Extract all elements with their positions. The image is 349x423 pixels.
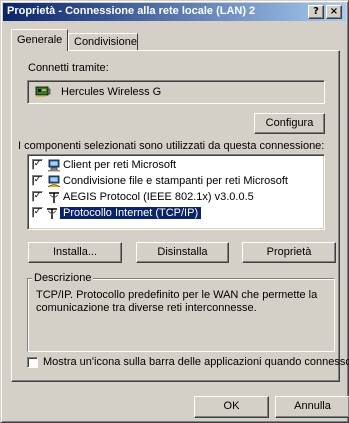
protocol-icon xyxy=(49,192,59,203)
component-label: Protocollo Internet (TCP/IP) xyxy=(60,207,202,219)
description-legend: Descrizione xyxy=(32,272,94,284)
components-label: I componenti selezionati sono utilizzati… xyxy=(18,140,325,152)
properties-button[interactable]: Proprietà xyxy=(242,242,336,263)
adapter-name: Hercules Wireless G xyxy=(61,86,162,98)
tab-condivisione[interactable]: Condivisione xyxy=(68,33,138,51)
component-checkbox[interactable] xyxy=(32,159,43,170)
file-sharing-icon xyxy=(47,175,61,188)
component-label: Client per reti Microsoft xyxy=(63,159,177,171)
component-label: AEGIS Protocol (IEEE 802.1x) v3.0.0.5 xyxy=(63,191,254,203)
component-label: Condivisione file e stampanti per reti M… xyxy=(63,175,288,187)
window-title: Proprietà - Connessione alla rete locale… xyxy=(7,5,256,17)
install-button[interactable]: Installa... xyxy=(28,242,122,263)
uninstall-button[interactable]: Disinstalla xyxy=(136,242,229,263)
configure-button[interactable]: Configura xyxy=(254,113,325,134)
network-card-icon xyxy=(35,86,51,97)
component-checkbox[interactable] xyxy=(32,175,43,186)
network-client-icon xyxy=(48,159,60,172)
adapter-field: Hercules Wireless G xyxy=(27,80,325,104)
connect-via-label: Connetti tramite: xyxy=(28,62,109,74)
component-checkbox[interactable] xyxy=(32,207,43,218)
dialog-window: Proprietà - Connessione alla rete locale… xyxy=(0,0,349,423)
notify-label: Mostra un'icona sulla barra delle applic… xyxy=(43,356,349,368)
description-group: Descrizione TCP/IP. Protocollo predefini… xyxy=(27,272,335,352)
title-bar[interactable]: Proprietà - Connessione alla rete locale… xyxy=(3,3,346,21)
description-text: TCP/IP. Protocollo predefinito per le WA… xyxy=(36,289,318,314)
protocol-icon xyxy=(47,208,57,219)
cancel-button[interactable]: Annulla xyxy=(275,396,349,418)
component-checkbox[interactable] xyxy=(32,191,43,202)
tab-generale[interactable]: Generale xyxy=(11,29,68,51)
notify-checkbox[interactable] xyxy=(27,357,38,368)
help-button[interactable]: ? xyxy=(308,5,324,19)
components-list[interactable]: Client per reti Microsoft Condivisione f… xyxy=(27,154,325,230)
tab-panel-generale: Connetti tramite: Hercules Wireless G Co… xyxy=(11,50,349,382)
close-button[interactable]: × xyxy=(326,5,342,19)
ok-button[interactable]: OK xyxy=(194,396,269,418)
